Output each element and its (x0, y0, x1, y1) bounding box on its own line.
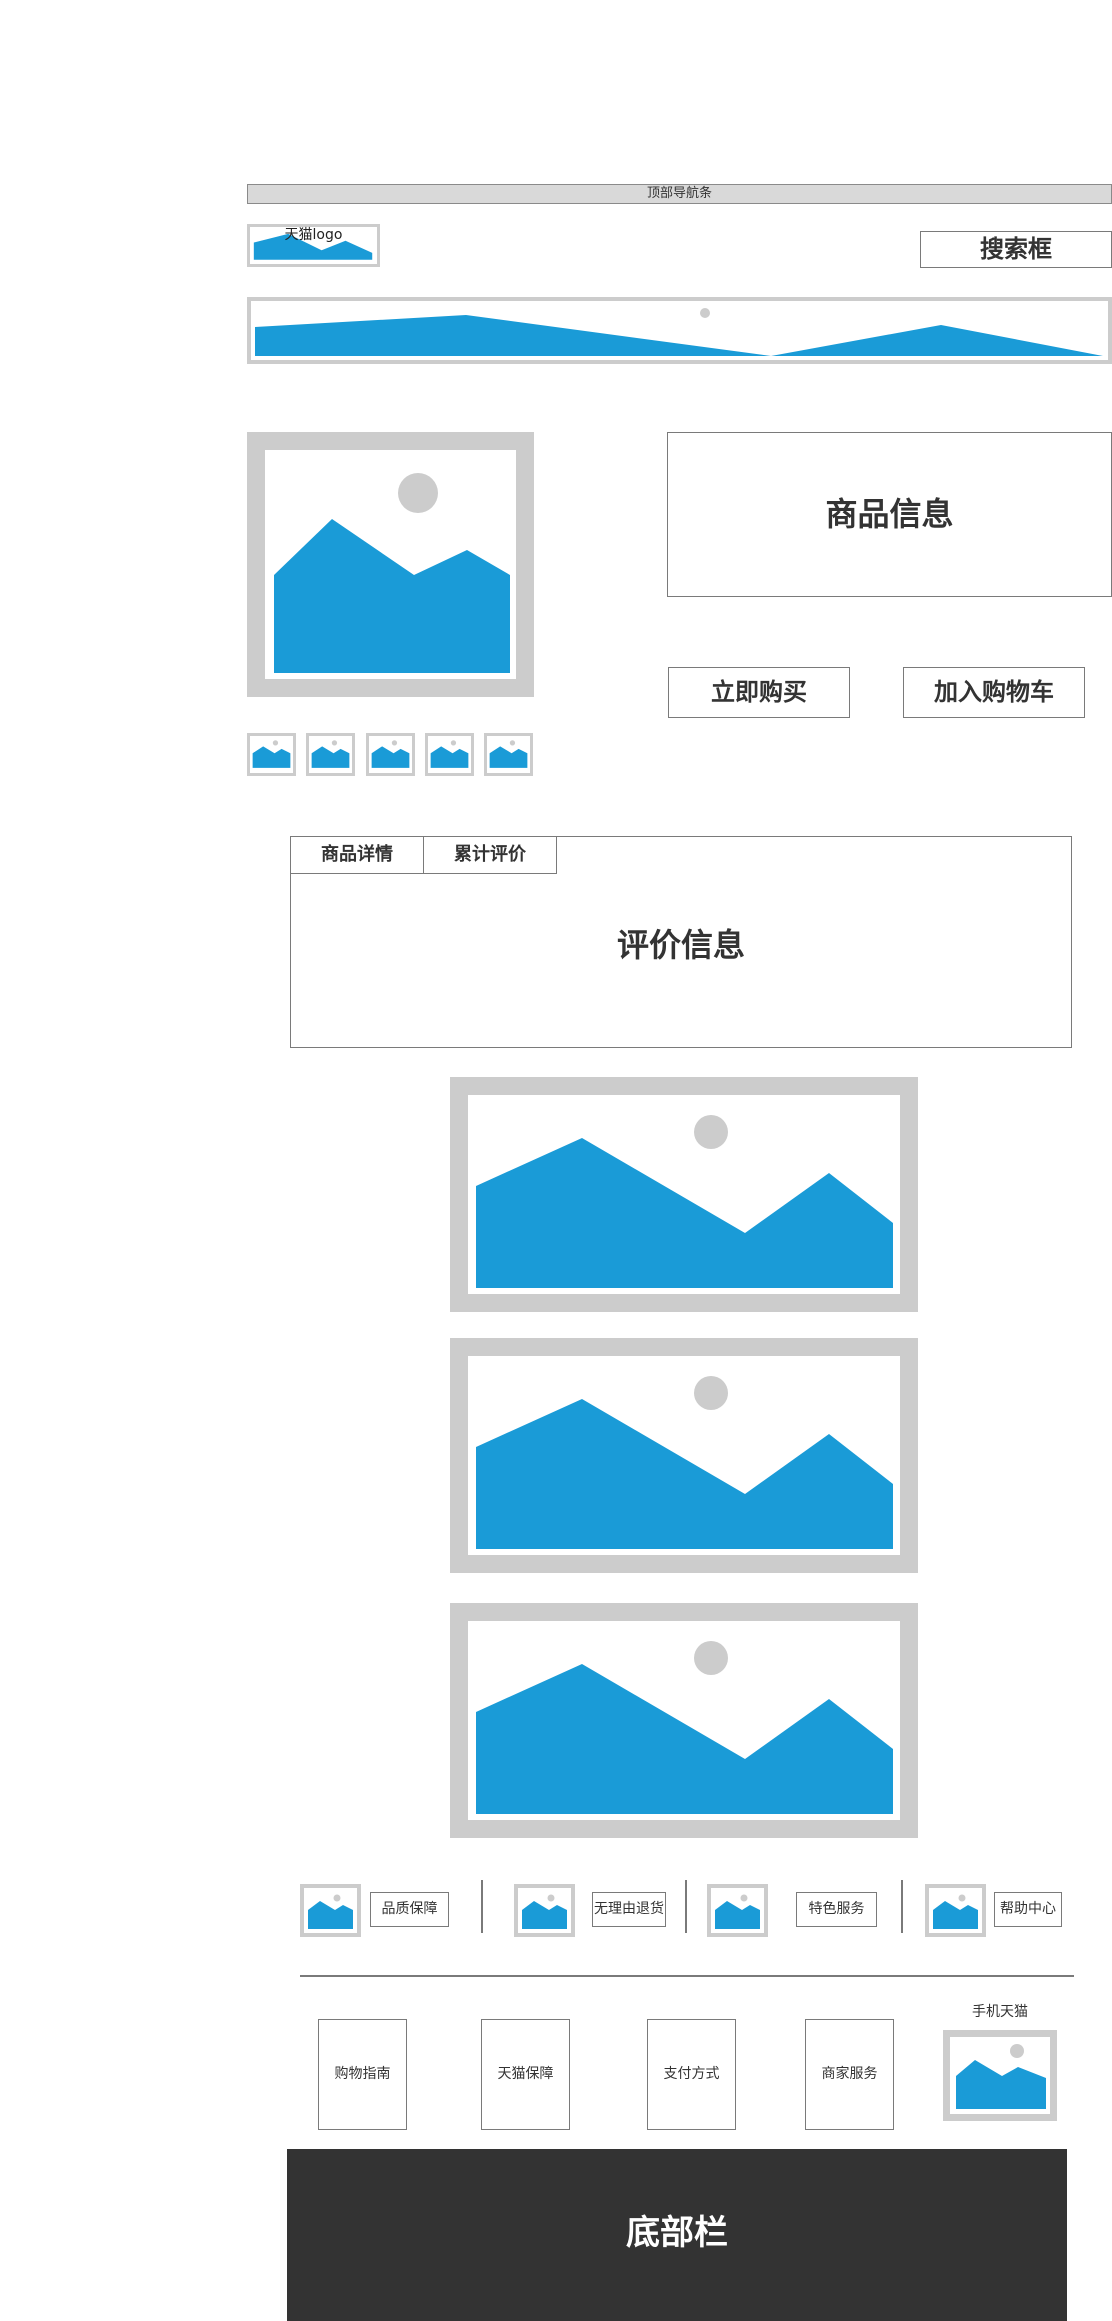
service-quality-label[interactable]: 品质保障 (370, 1892, 449, 1927)
service-special-label[interactable]: 特色服务 (796, 1892, 877, 1927)
footer-col-payment[interactable]: 支付方式 (647, 2019, 736, 2130)
search-box[interactable]: 搜索框 (920, 231, 1112, 268)
footer-col-shopping-guide[interactable]: 购物指南 (318, 2019, 407, 2130)
logo-label: 天猫logo (284, 227, 343, 243)
divider (901, 1880, 903, 1933)
review-info-content: 评价信息 (616, 926, 745, 964)
product-info-panel: 商品信息 (667, 432, 1112, 597)
image-placeholder-icon (715, 1894, 760, 1929)
image-placeholder-icon (252, 740, 291, 768)
image-placeholder-icon (522, 1894, 567, 1929)
product-thumbnail[interactable] (484, 733, 533, 776)
logo-image[interactable]: 天猫logo (247, 224, 380, 267)
image-placeholder-icon (476, 1115, 893, 1288)
image-placeholder-icon (476, 1376, 893, 1549)
product-thumbnail[interactable] (425, 733, 474, 776)
image-placeholder-icon (430, 740, 469, 768)
tab-product-details[interactable]: 商品详情 (290, 836, 424, 874)
image-placeholder-icon (476, 1641, 893, 1814)
divider (481, 1880, 483, 1933)
image-placeholder-icon (311, 740, 350, 768)
image-placeholder-icon (933, 1894, 978, 1929)
detail-tab-panel: 商品详情 累计评价 评价信息 (290, 836, 1072, 1048)
service-icon-quality (300, 1884, 361, 1937)
product-main-image[interactable] (247, 432, 534, 697)
image-placeholder-icon (274, 473, 510, 673)
mobile-tmall-label: 手机天猫 (972, 2004, 1028, 2020)
divider (685, 1880, 687, 1933)
mobile-tmall-qr-image[interactable] (943, 2030, 1057, 2121)
product-thumbnail[interactable] (247, 733, 296, 776)
image-placeholder-icon (956, 2044, 1046, 2109)
detail-image[interactable] (450, 1338, 918, 1573)
buy-now-button[interactable]: 立即购买 (668, 667, 850, 718)
service-icon-returns (514, 1884, 575, 1937)
service-icon-special (707, 1884, 768, 1937)
service-help-label[interactable]: 帮助中心 (994, 1892, 1062, 1927)
top-nav-bar: 顶部导航条 (247, 184, 1112, 204)
add-to-cart-button[interactable]: 加入购物车 (903, 667, 1085, 718)
detail-image[interactable] (450, 1077, 918, 1312)
image-placeholder-icon (489, 740, 528, 768)
footer-divider (300, 1975, 1074, 1977)
banner-placeholder-icon (255, 308, 1103, 356)
product-thumbnail[interactable] (306, 733, 355, 776)
image-placeholder-icon (371, 740, 410, 768)
product-thumbnail[interactable] (366, 733, 415, 776)
bottom-bar: 底部栏 (287, 2149, 1067, 2321)
service-returns-label[interactable]: 无理由退货 (592, 1892, 666, 1927)
tab-cumulative-reviews[interactable]: 累计评价 (423, 836, 557, 874)
banner-image[interactable] (247, 297, 1112, 364)
footer-col-tmall-guarantee[interactable]: 天猫保障 (481, 2019, 570, 2130)
service-icon-help (925, 1884, 986, 1937)
image-placeholder-icon (308, 1894, 353, 1929)
footer-col-merchant[interactable]: 商家服务 (805, 2019, 894, 2130)
detail-image[interactable] (450, 1603, 918, 1838)
